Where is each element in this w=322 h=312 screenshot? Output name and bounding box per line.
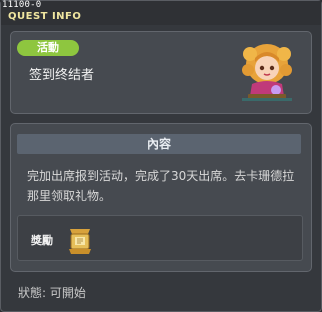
quest-description: 完加出席报到活动，完成了30天出席。去卡珊德拉那里领取礼物。 [27, 169, 295, 203]
reward-box [17, 215, 303, 261]
reward-label: 獎勵 [31, 234, 53, 247]
reward-trophy-icon[interactable] [66, 226, 94, 256]
content-section-header: 內容 [17, 134, 301, 154]
event-badge: 活動 [17, 40, 79, 56]
window-title: QUEST INFO [8, 11, 82, 22]
quest-id: 11100-0 [2, 0, 42, 10]
quest-status: 狀態: 可開始 [18, 286, 86, 300]
npc-girl-avatar-icon [242, 44, 292, 101]
quest-name: 签到终结者 [29, 68, 95, 83]
